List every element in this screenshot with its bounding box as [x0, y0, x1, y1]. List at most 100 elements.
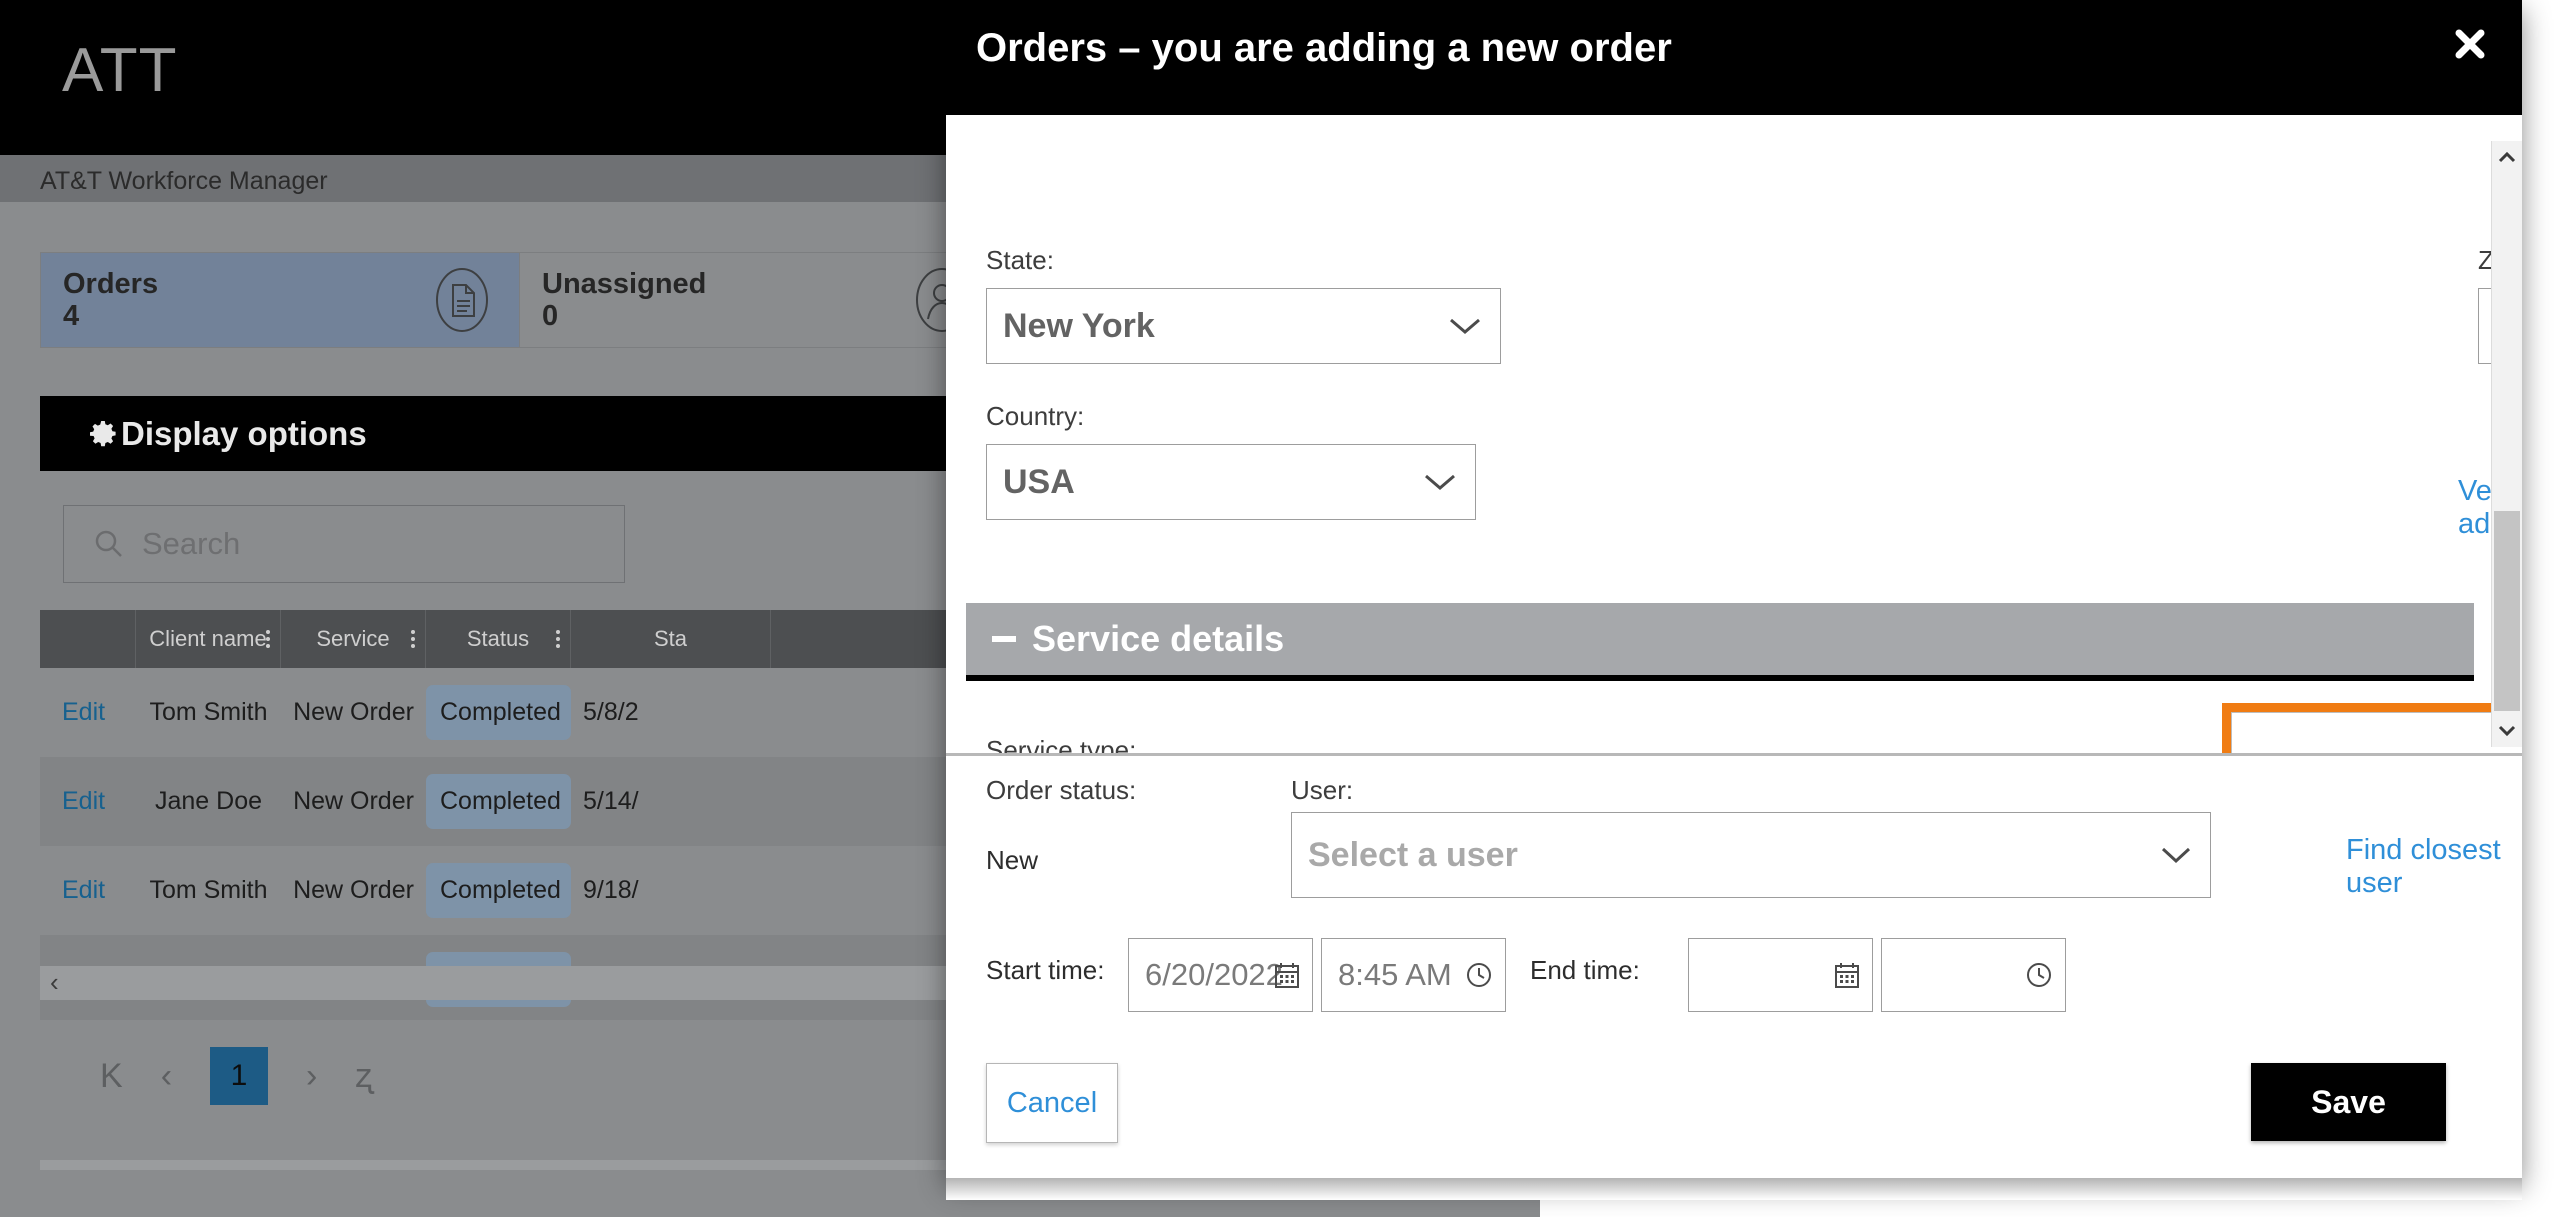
save-button[interactable]: Save — [2251, 1063, 2446, 1141]
start-time-value: 8:45 AM — [1338, 957, 1452, 993]
cell-start: 9/18/ — [571, 876, 771, 905]
stat-card-unassigned-title: Unassigned — [542, 268, 706, 300]
search-input[interactable]: Search — [63, 505, 625, 583]
edit-link[interactable]: Edit — [40, 787, 136, 816]
country-field-group: Country: USA — [986, 401, 1476, 520]
cell-client-name: Jane Doe — [136, 787, 281, 816]
start-time-input[interactable]: 8:45 AM — [1321, 938, 1506, 1012]
column-menu-icon[interactable] — [556, 630, 560, 648]
stat-card-unassigned[interactable]: Unassigned 0 — [520, 252, 1000, 348]
modal-scroll-region: State: New York Zip: 10280 Country: USA — [946, 115, 2522, 753]
status-badge: Completed — [426, 863, 571, 918]
pagination-prev[interactable]: ‹ — [161, 1057, 172, 1096]
country-label: Country: — [986, 401, 1476, 432]
pagination-last[interactable]: ʐ — [355, 1057, 372, 1096]
state-value: New York — [1003, 307, 1155, 346]
cancel-button[interactable]: Cancel — [986, 1063, 1118, 1143]
cell-start: 5/14/ — [571, 787, 771, 816]
table-header-status-label: Status — [467, 626, 529, 652]
display-options-label: Display options — [121, 415, 367, 453]
stat-card-orders-value: 4 — [63, 300, 158, 332]
calendar-icon[interactable] — [1834, 961, 1860, 989]
modal-scroll-content: State: New York Zip: 10280 Country: USA — [946, 115, 2490, 753]
status-badge: Completed — [426, 685, 571, 740]
user-placeholder: Select a user — [1308, 836, 1518, 875]
column-menu-icon[interactable] — [266, 630, 270, 648]
order-status-label: Order status: — [986, 775, 1136, 806]
app-name: AT&T Workforce Manager — [40, 167, 328, 196]
save-button-label: Save — [2311, 1084, 2386, 1121]
minus-icon[interactable] — [992, 636, 1016, 642]
add-order-modal: Orders – you are adding a new order Stat… — [946, 0, 2522, 1178]
start-date-input[interactable]: 6/20/2022 — [1128, 938, 1313, 1012]
chevron-down-icon — [1423, 472, 1457, 492]
state-label: State: — [986, 245, 1501, 276]
service-details-title: Service details — [1032, 618, 1284, 660]
service-details-section-header[interactable]: Service details — [966, 603, 2474, 681]
table-header-client-name-label: Client name — [149, 626, 266, 652]
chevron-down-icon — [1448, 316, 1482, 336]
brand-logo: ATT — [62, 40, 178, 102]
document-icon — [427, 265, 497, 335]
table-header-client-name[interactable]: Client name — [136, 610, 281, 668]
cell-status: Completed — [426, 863, 571, 918]
table-header-start-label: Sta — [654, 626, 687, 652]
pagination-next[interactable]: › — [306, 1057, 317, 1096]
cell-service: New Order — [281, 698, 426, 727]
calendar-icon[interactable] — [1274, 961, 1300, 989]
service-type-select[interactable] — [2231, 712, 2522, 753]
edit-link[interactable]: Edit — [40, 876, 136, 905]
service-type-label: Service type: — [986, 735, 1136, 753]
stat-card-orders[interactable]: Orders 4 — [40, 252, 520, 348]
stat-card-unassigned-value: 0 — [542, 300, 706, 332]
scrollbar-thumb[interactable] — [2494, 511, 2520, 711]
clock-icon[interactable] — [1465, 961, 1493, 989]
modal-vertical-scrollbar[interactable] — [2491, 141, 2522, 747]
state-field-group: State: New York — [986, 245, 1501, 364]
cancel-button-label: Cancel — [1007, 1087, 1097, 1120]
find-closest-user-link[interactable]: Find closest user — [2346, 834, 2522, 900]
pagination-page-1[interactable]: 1 — [210, 1047, 268, 1105]
modal-bottom-shadow — [946, 1178, 2522, 1200]
start-date-value: 6/20/2022 — [1145, 957, 1283, 993]
table-header-start[interactable]: Sta — [571, 610, 771, 668]
chevron-up-icon[interactable] — [2492, 141, 2522, 175]
cell-status: Completed — [426, 685, 571, 740]
chevron-left-icon[interactable]: ‹ — [50, 969, 59, 995]
country-value: USA — [1003, 463, 1075, 502]
start-time-label: Start time: — [986, 955, 1104, 986]
modal-divider — [946, 753, 2522, 756]
cell-service: New Order — [281, 787, 426, 816]
stat-card-orders-title: Orders — [63, 268, 158, 300]
table-header-service-label: Service — [316, 626, 389, 652]
status-badge: Completed — [426, 774, 571, 829]
pagination-first[interactable]: K — [100, 1057, 123, 1096]
user-label: User: — [1291, 775, 1353, 806]
edit-link[interactable]: Edit — [40, 698, 136, 727]
column-menu-icon[interactable] — [411, 630, 415, 648]
search-icon — [92, 527, 126, 561]
cell-service: New Order — [281, 876, 426, 905]
search-placeholder: Search — [142, 526, 240, 562]
end-time-label: End time: — [1530, 955, 1640, 986]
clock-icon[interactable] — [2025, 961, 2053, 989]
cell-client-name: Tom Smith — [136, 876, 281, 905]
modal-header: Orders – you are adding a new order — [946, 0, 2522, 115]
cell-start: 5/8/2 — [571, 698, 771, 727]
user-select[interactable]: Select a user — [1291, 812, 2211, 898]
state-select[interactable]: New York — [986, 288, 1501, 364]
cell-status: Completed — [426, 774, 571, 829]
cell-client-name: Tom Smith — [136, 698, 281, 727]
end-date-input[interactable] — [1688, 938, 1873, 1012]
modal-title: Orders – you are adding a new order — [976, 26, 1672, 71]
end-time-input[interactable] — [1881, 938, 2066, 1012]
close-icon[interactable] — [2448, 22, 2492, 66]
gear-icon — [88, 419, 118, 449]
table-header-service[interactable]: Service — [281, 610, 426, 668]
table-header-actions[interactable] — [40, 610, 136, 668]
country-select[interactable]: USA — [986, 444, 1476, 520]
chevron-down-icon — [2160, 845, 2192, 865]
order-status-value: New — [986, 845, 1038, 876]
chevron-down-icon[interactable] — [2492, 713, 2522, 747]
table-header-status[interactable]: Status — [426, 610, 571, 668]
